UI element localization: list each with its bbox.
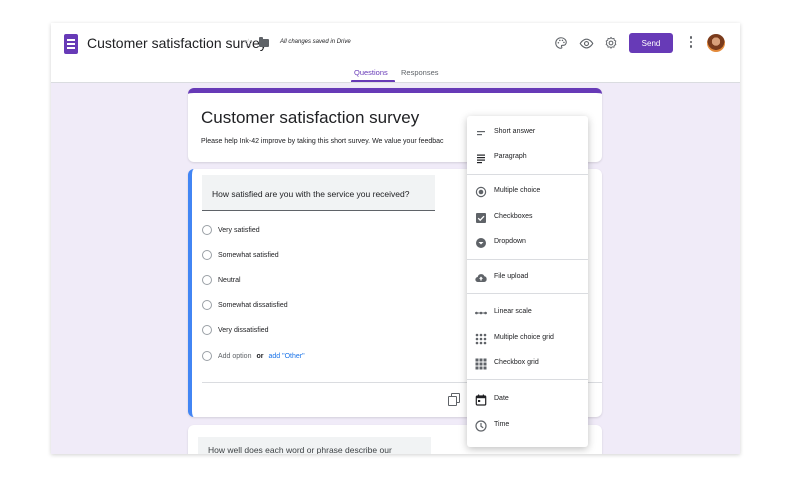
option-label[interactable]: Neutral bbox=[218, 277, 241, 284]
star-icon[interactable]: ☆ bbox=[243, 36, 254, 50]
radio-icon bbox=[202, 300, 212, 310]
menu-item-time[interactable]: Time bbox=[467, 415, 588, 435]
send-button[interactable]: Send bbox=[629, 33, 673, 53]
grid-squares-icon bbox=[475, 357, 487, 370]
menu-item-label: Checkbox grid bbox=[494, 359, 539, 366]
folder-icon[interactable] bbox=[259, 37, 269, 47]
paragraph-icon bbox=[475, 151, 487, 164]
option-row[interactable]: Somewhat dissatisfied bbox=[202, 299, 288, 311]
active-tab-indicator bbox=[351, 80, 395, 82]
copy-icon[interactable] bbox=[448, 393, 460, 406]
menu-item-label: Date bbox=[494, 395, 509, 402]
forms-logo-icon[interactable] bbox=[64, 34, 78, 54]
option-row[interactable]: Very satisfied bbox=[202, 224, 260, 236]
menu-item-label: Multiple choice bbox=[494, 187, 541, 194]
or-label: or bbox=[256, 352, 264, 360]
menu-separator bbox=[467, 174, 588, 175]
gear-icon[interactable] bbox=[603, 35, 619, 51]
menu-item-short-answer[interactable]: Short answer bbox=[467, 122, 588, 142]
menu-item-file-upload[interactable]: File upload bbox=[467, 267, 588, 287]
option-label[interactable]: Somewhat satisfied bbox=[218, 252, 279, 259]
radio-icon bbox=[202, 325, 212, 335]
cloud-upload-icon bbox=[475, 271, 487, 283]
add-option-input[interactable]: Add option bbox=[218, 353, 251, 360]
menu-item-checkbox-grid[interactable]: Checkbox grid bbox=[467, 353, 588, 373]
checkbox-icon bbox=[475, 211, 487, 223]
dropdown-icon bbox=[475, 236, 487, 248]
form-description[interactable]: Please help Ink-42 improve by taking thi… bbox=[201, 138, 444, 145]
menu-separator bbox=[467, 379, 588, 380]
menu-item-label: Time bbox=[494, 421, 510, 428]
tab-bar: Questions Responses bbox=[51, 65, 740, 83]
radio-icon bbox=[202, 275, 212, 285]
radio-icon bbox=[202, 351, 212, 361]
forms-editor-window: Customer satisfaction survey ☆ All chang… bbox=[51, 23, 740, 454]
menu-item-label: File upload bbox=[494, 273, 529, 280]
menu-item-multiple-choice[interactable]: Multiple choice bbox=[467, 181, 588, 201]
menu-item-checkboxes[interactable]: Checkboxes bbox=[467, 207, 588, 227]
linear-scale-icon bbox=[475, 306, 487, 318]
form-title[interactable]: Customer satisfaction survey bbox=[201, 108, 419, 128]
tab-responses[interactable]: Responses bbox=[401, 68, 439, 77]
option-row[interactable]: Somewhat satisfied bbox=[202, 249, 279, 261]
clock-icon bbox=[475, 419, 487, 432]
menu-item-label: Dropdown bbox=[494, 238, 526, 245]
tab-questions[interactable]: Questions bbox=[354, 68, 388, 77]
menu-item-label: Linear scale bbox=[494, 308, 532, 315]
menu-item-date[interactable]: Date bbox=[467, 389, 588, 409]
document-title[interactable]: Customer satisfaction survey bbox=[87, 35, 267, 51]
add-option-row: Add option or add "Other" bbox=[202, 350, 305, 362]
radio-icon bbox=[202, 250, 212, 260]
app-header: Customer satisfaction survey ☆ All chang… bbox=[51, 23, 740, 83]
radio-icon bbox=[475, 185, 487, 198]
add-other-link[interactable]: add "Other" bbox=[268, 353, 304, 360]
menu-separator bbox=[467, 293, 588, 294]
option-label[interactable]: Somewhat dissatisfied bbox=[218, 302, 288, 309]
short-text-icon bbox=[475, 126, 487, 138]
menu-item-label: Short answer bbox=[494, 128, 536, 135]
question-type-menu: Short answer Paragraph Multiple choice C… bbox=[467, 116, 588, 447]
option-row[interactable]: Very dissatisfied bbox=[202, 324, 269, 336]
question-title-2: How well does each word or phrase descri… bbox=[208, 445, 392, 454]
menu-item-dropdown[interactable]: Dropdown bbox=[467, 232, 588, 252]
palette-icon[interactable] bbox=[553, 35, 569, 51]
menu-item-label: Paragraph bbox=[494, 153, 527, 160]
question-title: How satisfied are you with the service y… bbox=[212, 189, 410, 199]
option-row[interactable]: Neutral bbox=[202, 274, 241, 286]
avatar[interactable] bbox=[707, 34, 725, 52]
radio-icon bbox=[202, 225, 212, 235]
option-label[interactable]: Very satisfied bbox=[218, 227, 260, 234]
menu-item-label: Multiple choice grid bbox=[494, 334, 554, 341]
menu-item-linear-scale[interactable]: Linear scale bbox=[467, 302, 588, 322]
option-label[interactable]: Very dissatisfied bbox=[218, 327, 269, 334]
save-status: All changes saved in Drive bbox=[280, 39, 351, 45]
menu-separator bbox=[467, 259, 588, 260]
calendar-icon bbox=[475, 393, 487, 406]
menu-item-label: Checkboxes bbox=[494, 213, 533, 220]
question-title-field-2[interactable]: How well does each word or phrase descri… bbox=[198, 437, 431, 454]
question-title-field[interactable]: How satisfied are you with the service y… bbox=[202, 175, 435, 211]
menu-item-multiple-choice-grid[interactable]: Multiple choice grid bbox=[467, 328, 588, 348]
more-vert-icon[interactable] bbox=[689, 36, 693, 50]
menu-item-paragraph[interactable]: Paragraph bbox=[467, 147, 588, 167]
grid-dots-icon bbox=[475, 332, 487, 345]
eye-icon[interactable] bbox=[578, 35, 594, 51]
